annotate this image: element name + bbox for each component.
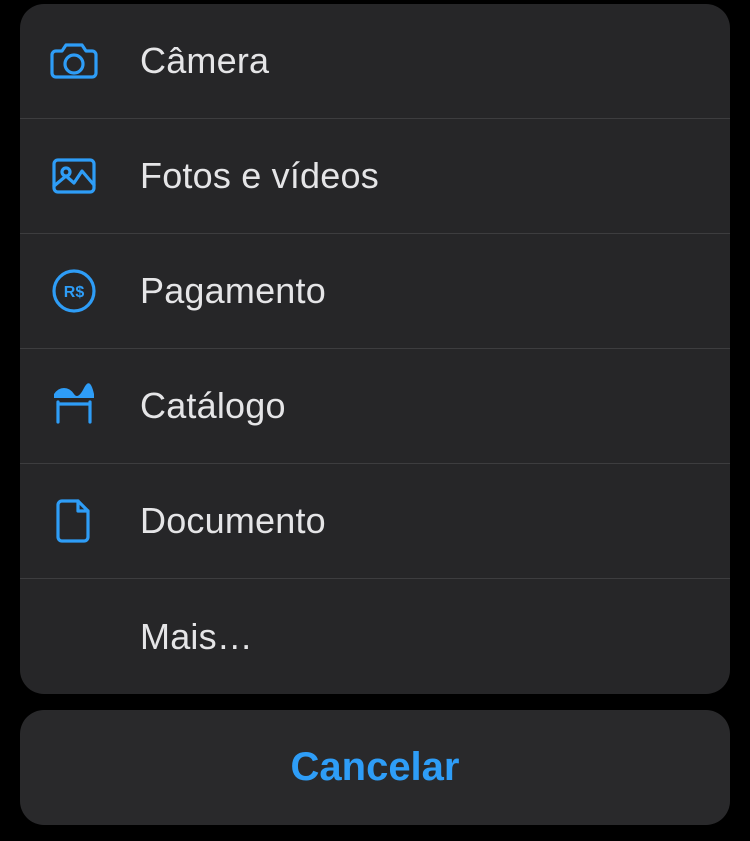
catalog-icon [50, 382, 140, 430]
sheet-item-label: Mais… [140, 616, 253, 658]
sheet-item-label: Documento [140, 500, 326, 542]
sheet-item-label: Fotos e vídeos [140, 155, 379, 197]
cancel-button[interactable]: Cancelar [20, 710, 730, 825]
sheet-item-label: Pagamento [140, 270, 326, 312]
sheet-item-camera[interactable]: Câmera [20, 4, 730, 119]
sheet-item-more[interactable]: Mais… [20, 579, 730, 694]
sheet-item-label: Câmera [140, 40, 269, 82]
document-icon [50, 497, 140, 545]
photo-icon [50, 152, 140, 200]
payment-icon: R$ [50, 267, 140, 315]
cancel-label: Cancelar [291, 745, 460, 790]
sheet-item-payment[interactable]: R$ Pagamento [20, 234, 730, 349]
sheet-item-catalog[interactable]: Catálogo [20, 349, 730, 464]
action-sheet: Câmera Fotos e vídeos R$ Pagamento [20, 4, 730, 694]
sheet-item-label: Catálogo [140, 385, 286, 427]
camera-icon [50, 37, 140, 85]
svg-text:R$: R$ [64, 284, 85, 301]
sheet-item-document[interactable]: Documento [20, 464, 730, 579]
sheet-item-photos-videos[interactable]: Fotos e vídeos [20, 119, 730, 234]
